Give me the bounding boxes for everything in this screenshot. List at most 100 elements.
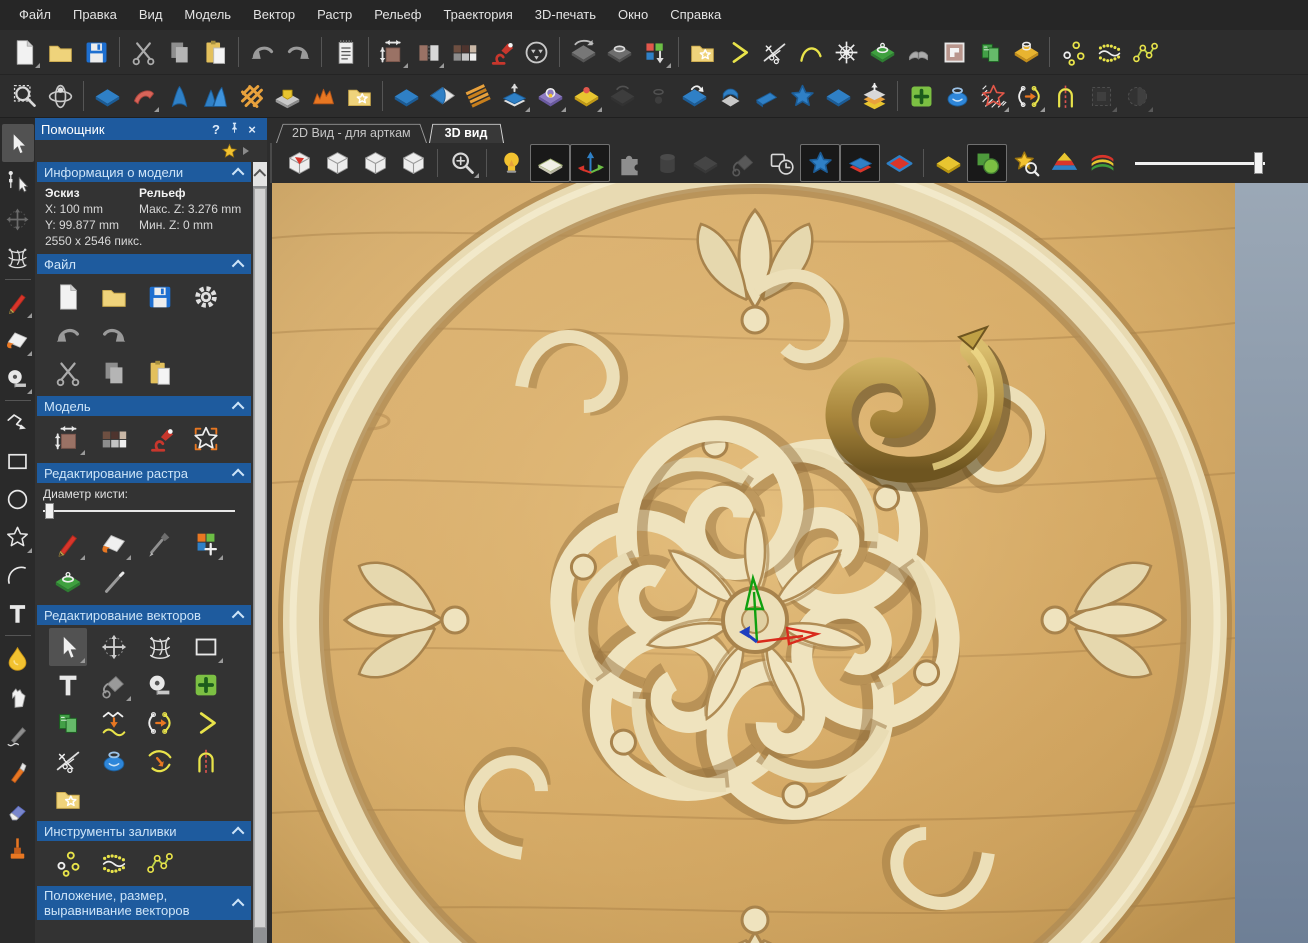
iso-view-button[interactable] xyxy=(280,145,318,181)
inlay-wizard-button[interactable] xyxy=(936,33,972,71)
panel-wand-button[interactable] xyxy=(95,563,133,601)
angled-plane-button[interactable] xyxy=(748,77,784,115)
notes-button[interactable] xyxy=(327,33,363,71)
panel-text-tool[interactable] xyxy=(49,666,87,704)
zoom-button[interactable] xyxy=(443,145,481,181)
panel-model-size-button[interactable] xyxy=(49,420,87,458)
texture-flower-button[interactable] xyxy=(828,33,864,71)
panel-morph-vectors-button[interactable] xyxy=(141,704,179,742)
wrap-relief-button[interactable] xyxy=(712,77,748,115)
help-button[interactable]: ? xyxy=(207,122,225,137)
select-tool[interactable] xyxy=(2,124,34,162)
light-button[interactable] xyxy=(492,145,530,181)
section-raster[interactable]: Редактирование растра xyxy=(37,463,251,483)
panel-measure-tool[interactable] xyxy=(141,666,179,704)
color-stack-button[interactable] xyxy=(1083,145,1121,181)
menu-item-3[interactable]: Модель xyxy=(173,0,242,30)
node-edit-tool[interactable] xyxy=(2,162,34,200)
panel-erase-button[interactable] xyxy=(95,525,133,563)
deposit-tool[interactable] xyxy=(2,829,34,867)
star-overlay-button[interactable] xyxy=(800,144,840,182)
calc-relief-button[interactable] xyxy=(388,77,424,115)
favorite-star-icon[interactable] xyxy=(221,143,238,160)
panel-distort-tool[interactable] xyxy=(141,628,179,666)
extract-relief-button[interactable] xyxy=(1008,33,1044,71)
slider-handle[interactable] xyxy=(45,503,54,519)
panel-raster-to-vector-button[interactable] xyxy=(49,563,87,601)
panel-open-model-button[interactable] xyxy=(95,278,133,316)
copy-button[interactable] xyxy=(161,33,197,71)
interactive-sculpt-button[interactable] xyxy=(197,77,233,115)
panel-fill-tool[interactable] xyxy=(95,666,133,704)
set-model-position-button[interactable] xyxy=(410,33,446,71)
panel-add-vector-button[interactable] xyxy=(187,666,225,704)
zoom-object-button[interactable] xyxy=(6,77,42,115)
plugin-button[interactable] xyxy=(610,145,648,181)
light-material-button[interactable] xyxy=(482,33,518,71)
menu-item-8[interactable]: 3D-печать xyxy=(524,0,607,30)
panel-fill-circles-button[interactable] xyxy=(49,844,87,882)
menu-item-6[interactable]: Рельеф xyxy=(363,0,432,30)
dome-relief-button[interactable] xyxy=(568,77,604,115)
panel-transform-tool[interactable] xyxy=(95,628,133,666)
section-model-info[interactable]: Информация о модели xyxy=(37,162,251,182)
panel-fill-dots-button[interactable] xyxy=(95,844,133,882)
fill-dots-button[interactable] xyxy=(1091,33,1127,71)
slider-handle[interactable] xyxy=(1254,152,1263,174)
arc-tool[interactable] xyxy=(2,556,34,594)
carve-tool[interactable] xyxy=(2,753,34,791)
offset-relief-button[interactable] xyxy=(496,77,532,115)
panel-fill-polyline-button[interactable] xyxy=(141,844,179,882)
copy-relief-button[interactable] xyxy=(676,77,712,115)
panel-new-model-button[interactable] xyxy=(49,278,87,316)
menu-item-0[interactable]: Файл xyxy=(8,0,62,30)
relief-3d-view[interactable] xyxy=(272,183,1308,943)
cut-button[interactable] xyxy=(125,33,161,71)
new-layer-button[interactable] xyxy=(903,77,939,115)
color-palette-button[interactable] xyxy=(446,33,482,71)
fillet-vectors-button[interactable] xyxy=(792,33,828,71)
section-vectors[interactable]: Редактирование векторов xyxy=(37,605,251,625)
menu-item-2[interactable]: Вид xyxy=(128,0,174,30)
panel-fit-curves-button[interactable] xyxy=(95,704,133,742)
orbit-view-button[interactable] xyxy=(42,77,78,115)
relief-eraser-tool[interactable] xyxy=(2,791,34,829)
weave-wizard-button[interactable] xyxy=(233,77,269,115)
close-panel-button[interactable]: × xyxy=(243,122,261,137)
two-rail-sweep-button[interactable] xyxy=(424,77,460,115)
composite-relief-button[interactable] xyxy=(1045,145,1083,181)
panel-paste-button[interactable] xyxy=(141,354,179,392)
new-model-button[interactable] xyxy=(6,33,42,71)
vector-clipart-button[interactable] xyxy=(684,33,720,71)
smudge-tool[interactable] xyxy=(2,677,34,715)
menu-item-10[interactable]: Справка xyxy=(659,0,732,30)
preview-mode-button[interactable] xyxy=(518,33,554,71)
nesting-button[interactable] xyxy=(972,33,1008,71)
menu-item-7[interactable]: Траектория xyxy=(432,0,523,30)
relief-envelope-button[interactable] xyxy=(601,33,637,71)
material-button[interactable] xyxy=(929,145,967,181)
view-tab-0[interactable]: 2D Вид - для арткам xyxy=(276,122,427,143)
panel-lightbox-button[interactable] xyxy=(187,420,225,458)
panel-select-tool[interactable] xyxy=(49,628,87,666)
panel-light-button[interactable] xyxy=(141,420,179,458)
pin-button[interactable] xyxy=(225,121,243,137)
panel-scrollbar[interactable] xyxy=(253,162,267,943)
profile-arch-button[interactable] xyxy=(1047,77,1083,115)
panel-cut-button[interactable] xyxy=(49,354,87,392)
isolate-sculpt-button[interactable] xyxy=(532,77,568,115)
panel-nesting-button[interactable] xyxy=(49,704,87,742)
trim-vectors-button[interactable] xyxy=(756,33,792,71)
measure-tool[interactable] xyxy=(2,359,34,397)
scrollbar-thumb[interactable] xyxy=(254,188,266,928)
section-model[interactable]: Модель xyxy=(37,396,251,416)
draw-plane-button[interactable] xyxy=(530,144,570,182)
side-view-button[interactable] xyxy=(356,145,394,181)
redo-button[interactable] xyxy=(280,33,316,71)
view-tab-1[interactable]: 3D вид xyxy=(429,122,504,143)
sculpt-button[interactable] xyxy=(161,77,197,115)
panel-offset-curve-button[interactable] xyxy=(141,742,179,780)
smooth-relief-button[interactable] xyxy=(125,77,161,115)
texture-relief-button[interactable] xyxy=(305,77,341,115)
origin-axes-button[interactable] xyxy=(570,144,610,182)
